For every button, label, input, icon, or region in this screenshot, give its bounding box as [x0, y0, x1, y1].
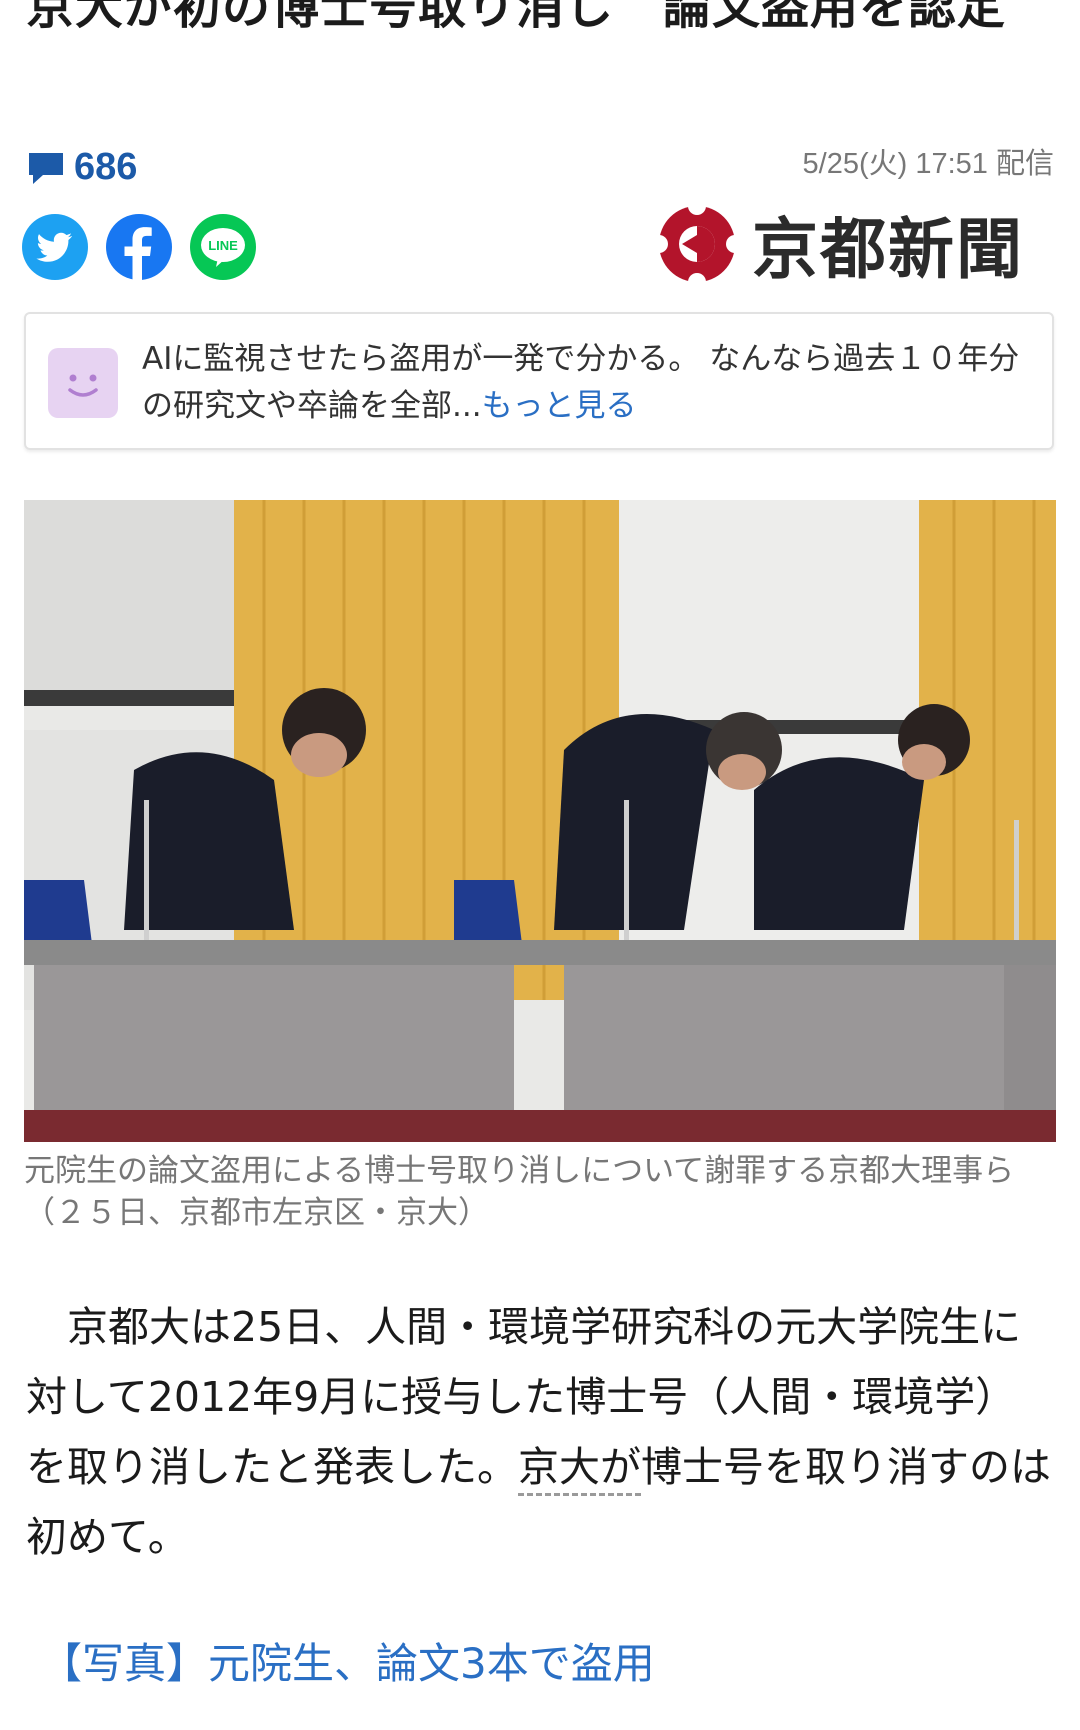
publisher-logo[interactable]: 京都新聞 [656, 194, 1036, 294]
comments-link[interactable]: 686 [26, 146, 137, 189]
publish-date: 5/25(火) 17:51 配信 [802, 148, 1054, 180]
show-more-link[interactable]: もっと見る [482, 388, 637, 424]
photo-caption: 元院生の論文盗用による博士号取り消しについて謝罪する京都大理事ら（２５日、京都市… [24, 1153, 1015, 1231]
facebook-icon [106, 214, 172, 280]
article-body: 京都大は25日、人間・環境学研究科の元大学院生に対して2012年9月に授与した博… [26, 1292, 1056, 1572]
line-icon-label: LINE [208, 238, 238, 253]
avatar [48, 348, 118, 418]
related-photo-link[interactable]: 【写真】元院生、論文3本で盗用 [40, 1630, 655, 1691]
comment-count: 686 [74, 146, 138, 188]
publisher-name: 京都新聞 [752, 211, 1024, 288]
ai-comment-text: AIに監視させたら盗用が一発で分かる。 なんなら過去１０年分の研究文や卒論を全部… [142, 336, 1032, 430]
press-conference-photo [24, 500, 1056, 1142]
article-photo[interactable] [24, 500, 1056, 1142]
share-line-button[interactable]: LINE [188, 212, 258, 282]
line-icon: LINE [190, 214, 256, 280]
article-headline: 京大が初の博士号取り消し 論文盗用を認定 [26, 0, 1007, 35]
share-facebook-button[interactable] [104, 212, 174, 282]
ai-comment-card[interactable]: AIに監視させたら盗用が一発で分かる。 なんなら過去１０年分の研究文や卒論を全部… [24, 312, 1054, 450]
share-twitter-button[interactable] [20, 212, 90, 282]
smiley-face-icon [68, 374, 98, 397]
keyword-link[interactable]: 京大が [518, 1443, 641, 1496]
twitter-icon [22, 214, 88, 280]
kyoto-shimbun-emblem-icon [656, 203, 738, 285]
comment-icon [26, 148, 66, 188]
